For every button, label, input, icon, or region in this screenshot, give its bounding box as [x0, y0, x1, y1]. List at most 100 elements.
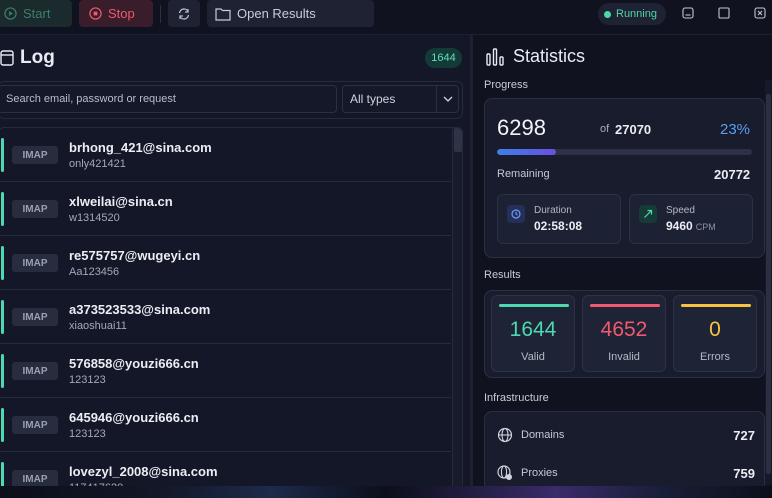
- duration-value: 02:58:08: [534, 219, 583, 233]
- globe-icon: [497, 427, 513, 443]
- log-title: Log: [20, 47, 55, 68]
- log-row[interactable]: IMAP lovezyl_2008@sina.com 117417620: [0, 452, 451, 489]
- status-badge: Running: [598, 3, 666, 25]
- of-label: of: [600, 123, 610, 135]
- proxies-label: Proxies: [521, 467, 558, 479]
- statistics-scrollbar-thumb[interactable]: [766, 94, 771, 474]
- remaining-label: Remaining: [497, 168, 550, 180]
- row-password: Aa123456: [69, 266, 120, 278]
- row-password: 123123: [69, 374, 106, 386]
- remaining-value: 20772: [714, 167, 751, 182]
- statistics-scrollbar[interactable]: [765, 80, 772, 485]
- duration-label: Duration: [534, 205, 572, 216]
- open-results-label: Open Results: [237, 6, 316, 21]
- checked-count: 6298: [497, 115, 546, 140]
- valid-indicator: [1, 354, 4, 388]
- valid-result-tile: 1644 Valid: [491, 295, 575, 372]
- row-password: 123123: [69, 428, 106, 440]
- chevron-down-icon: [436, 86, 458, 112]
- status-label: Running: [616, 8, 657, 20]
- protocol-badge: IMAP: [12, 362, 58, 380]
- valid-count: 1644: [509, 318, 557, 341]
- refresh-button[interactable]: [168, 0, 200, 27]
- valid-indicator: [1, 138, 4, 172]
- progress-section-label: Progress: [484, 79, 529, 91]
- refresh-icon: [178, 7, 190, 20]
- progress-bar-fill: [497, 149, 556, 155]
- protocol-badge: IMAP: [12, 146, 58, 164]
- folder-icon: [215, 7, 231, 21]
- clock-icon: [507, 205, 525, 223]
- proxy-globe-icon: [497, 465, 512, 480]
- speed-value: 9460 CPM: [666, 219, 716, 233]
- desktop-background-strip: [0, 486, 772, 498]
- errors-color-bar: [681, 304, 751, 307]
- valid-indicator: [1, 408, 4, 442]
- errors-label: Errors: [700, 351, 730, 363]
- maximize-icon[interactable]: [717, 6, 731, 20]
- log-row[interactable]: IMAP 645946@youzi666.cn 123123: [0, 398, 451, 452]
- trend-up-icon: [639, 205, 657, 223]
- type-filter-value: All types: [350, 92, 396, 106]
- stop-icon: [89, 7, 102, 20]
- row-email: 576858@youzi666.cn: [69, 356, 199, 371]
- start-label: Start: [23, 6, 51, 21]
- log-row[interactable]: IMAP brhong_421@sina.com only421421: [0, 128, 451, 182]
- total-count: 27070: [615, 122, 652, 137]
- toolbar: Start Stop Open Results Running: [0, 0, 772, 28]
- type-filter-select[interactable]: All types: [342, 85, 459, 113]
- speed-unit: CPM: [695, 222, 716, 232]
- log-row[interactable]: IMAP 576858@youzi666.cn 123123: [0, 344, 451, 398]
- log-count-badge: 1644: [425, 48, 462, 68]
- log-scrollbar-thumb[interactable]: [454, 128, 462, 152]
- log-row[interactable]: IMAP re575757@wugeyi.cn Aa123456: [0, 236, 451, 290]
- statistics-header: Statistics: [485, 46, 585, 67]
- row-password: w1314520: [69, 212, 120, 224]
- infrastructure-section-label: Infrastructure: [484, 392, 549, 404]
- valid-indicator: [1, 192, 4, 226]
- log-icon: [0, 50, 14, 66]
- valid-label: Valid: [521, 351, 545, 363]
- play-icon: [4, 7, 17, 20]
- proxies-value: 759: [733, 465, 755, 481]
- protocol-badge: IMAP: [12, 416, 58, 434]
- row-email: 645946@youzi666.cn: [69, 410, 199, 425]
- valid-color-bar: [499, 304, 569, 307]
- progress-bar: [497, 149, 752, 155]
- domains-value: 727: [733, 427, 755, 443]
- valid-indicator: [1, 246, 4, 280]
- log-list: IMAP brhong_421@sina.com only421421 IMAP…: [0, 127, 463, 490]
- speed-number: 9460: [666, 219, 693, 233]
- row-email: lovezyl_2008@sina.com: [69, 464, 218, 479]
- valid-indicator: [1, 300, 4, 334]
- toolbar-divider: [160, 5, 161, 23]
- protocol-badge: IMAP: [12, 200, 58, 218]
- invalid-count: 4652: [600, 318, 648, 341]
- results-section-label: Results: [484, 269, 521, 281]
- log-scrollbar[interactable]: [452, 128, 462, 489]
- stop-label: Stop: [108, 6, 135, 21]
- log-row[interactable]: IMAP xlweilai@sina.cn w1314520: [0, 182, 451, 236]
- search-input[interactable]: [0, 85, 337, 113]
- invalid-color-bar: [590, 304, 660, 307]
- protocol-badge: IMAP: [12, 254, 58, 272]
- log-header: Log: [0, 47, 55, 69]
- log-row[interactable]: IMAP a373523533@sina.com xiaoshuai11: [0, 290, 451, 344]
- row-password: xiaoshuai11: [69, 320, 127, 332]
- bar-chart-icon: [486, 47, 504, 66]
- row-password: only421421: [69, 158, 126, 170]
- speed-tile: Speed 9460 CPM: [629, 194, 753, 244]
- duration-tile: Duration 02:58:08: [497, 194, 621, 244]
- status-dot-icon: [604, 10, 611, 18]
- start-button[interactable]: Start: [0, 0, 72, 27]
- close-icon[interactable]: [753, 6, 767, 20]
- protocol-badge: IMAP: [12, 308, 58, 326]
- open-results-button[interactable]: Open Results: [207, 0, 374, 27]
- row-email: brhong_421@sina.com: [69, 140, 212, 155]
- minimize-icon[interactable]: [681, 6, 695, 20]
- row-email: a373523533@sina.com: [69, 302, 211, 317]
- errors-count: 0: [709, 318, 721, 341]
- invalid-label: Invalid: [608, 351, 640, 363]
- speed-label: Speed: [666, 205, 695, 216]
- stop-button[interactable]: Stop: [79, 0, 153, 27]
